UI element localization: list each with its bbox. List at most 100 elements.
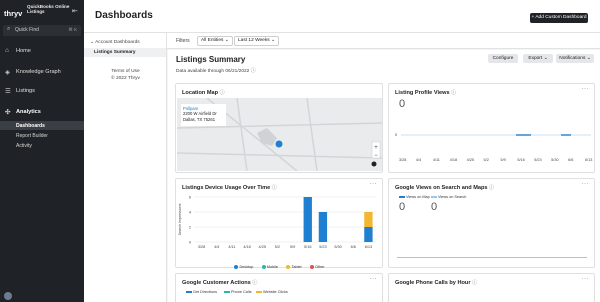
legend-swatch (431, 196, 437, 198)
legend-views-on-search[interactable]: Views on Search (431, 195, 466, 199)
info-icon[interactable]: ⓘ (489, 185, 494, 191)
zoom-out-icon[interactable]: − (374, 153, 378, 159)
legend-tablet[interactable]: Tablet (286, 265, 302, 269)
sidebar-item-label: Analytics (16, 109, 41, 115)
sidebar-subitem-label: Activity (16, 143, 32, 149)
export-button[interactable]: Export ⌄ (523, 54, 553, 63)
terms-of-use-link[interactable]: Terms of Use (84, 69, 167, 74)
bar-desktop (303, 197, 312, 242)
x-tick-label: 4/11 (228, 245, 235, 249)
card-title: Location Map ⓘ (182, 89, 225, 96)
x-axis-tick-label: 4/18 (449, 158, 458, 162)
x-tick-label: 5/9 (290, 245, 295, 249)
legend-label: Get Directions (193, 290, 218, 294)
dashboard-nav: ⌄ Account Dashboards Listings Summary Te… (84, 33, 167, 302)
x-axis-tick-label: 4/25 (466, 158, 475, 162)
sidebar-item-analytics[interactable]: ✣ Analytics (0, 103, 84, 121)
quick-find-shortcut: ⌘ K (68, 27, 77, 32)
sidebar-item-listings[interactable]: ☰ Listings (0, 82, 84, 100)
y-tick-label: 2 (189, 225, 191, 229)
y-tick-label: 0 (189, 240, 191, 244)
sidebar-subitem-activity[interactable]: Activity (0, 141, 84, 150)
sidebar-subitem-dashboards[interactable]: Dashboards (0, 121, 84, 130)
y-tick-label: 4 (189, 210, 191, 214)
sidebar-item-home[interactable]: ⌂ Home (0, 42, 84, 60)
filters-label: Filters (176, 38, 190, 44)
page-header: Dashboards + Add Custom Dashboard (84, 0, 600, 33)
device-usage-title: Listings Device Usage Over Time (182, 185, 271, 191)
configure-button[interactable]: Configure (488, 54, 518, 63)
period-filter-value: Last 12 Weeks (238, 38, 270, 43)
sidebar-subitem-report-builder[interactable]: Report Builder (0, 131, 84, 140)
app-name: QuickBooks Online Listings (27, 4, 70, 15)
info-icon[interactable]: ⓘ (272, 185, 277, 191)
thryv-logo: thryv (4, 9, 23, 18)
profile-views-title: Listing Profile Views (395, 90, 450, 96)
x-tick-label: 6/13 (365, 245, 372, 249)
sidebar-item-knowledge-graph[interactable]: ◈ Knowledge Graph (0, 63, 84, 81)
sidebar: thryv QuickBooks Online Listings ⇤ ⌕ Qui… (0, 0, 84, 302)
sidebar-subitem-label: Dashboards (16, 123, 45, 129)
period-filter-dropdown[interactable]: Last 12 Weeks ⌄ (234, 36, 280, 46)
info-icon[interactable] (371, 161, 377, 167)
sidebar-item-label: Knowledge Graph (16, 69, 61, 75)
views-on-search-value: 0 (431, 201, 438, 213)
legend-get-directions[interactable]: Get Directions (186, 290, 217, 294)
chart-baseline (397, 257, 587, 258)
chevron-down-icon: ⌄ (543, 56, 548, 61)
legend-desktop[interactable]: Desktop (234, 265, 253, 269)
x-tick-label: 3/28 (198, 245, 205, 249)
more-menu-icon[interactable]: ··· (582, 181, 590, 187)
legend-label: Views on Map (406, 195, 430, 199)
legend-phone-calls[interactable]: Phone Calls (224, 290, 251, 294)
listings-icon: ☰ (5, 88, 11, 95)
legend-swatch (310, 265, 315, 269)
x-tick-label: 4/25 (259, 245, 266, 249)
bar-desktop (364, 227, 373, 242)
location-pin[interactable] (275, 140, 283, 148)
x-axis-tick-label: 5/23 (534, 158, 542, 162)
quick-find-input[interactable]: ⌕ Quick Find ⌘ K (3, 25, 81, 36)
entities-filter-dropdown[interactable]: All Entities ⌄ (197, 36, 233, 46)
notifications-button[interactable]: Notifications ⌄ (556, 54, 594, 63)
bar-tablet (364, 212, 373, 227)
info-icon[interactable]: ⓘ (451, 90, 456, 96)
account-dashboards-group[interactable]: ⌄ Account Dashboards (90, 40, 140, 45)
add-custom-dashboard-button[interactable]: + Add Custom Dashboard (530, 13, 588, 23)
account-dashboards-label: Account Dashboards (95, 40, 140, 45)
more-menu-icon[interactable]: ··· (582, 86, 590, 92)
collapse-sidebar-icon[interactable]: ⇤ (72, 7, 78, 15)
x-axis-tick-label: 5/30 (551, 158, 559, 162)
legend-swatch (286, 265, 291, 269)
avatar[interactable] (4, 292, 12, 300)
more-menu-icon[interactable]: ··· (370, 276, 378, 282)
legend-website-clicks[interactable]: Website Clicks (256, 290, 288, 294)
google-views-title: Google Views on Search and Maps (395, 185, 488, 191)
legend-mobile[interactable]: Mobile (261, 265, 278, 269)
more-menu-icon[interactable]: ··· (370, 181, 378, 187)
info-icon[interactable]: ⓘ (251, 68, 256, 74)
legend-views-on-map[interactable]: Views on Map (399, 195, 430, 199)
x-tick-label: 5/2 (275, 245, 280, 249)
device-usage-bar-chart: Search Impressions 0 2 4 6 3/28 4/4 4/11 4/18 4/2… (178, 195, 376, 249)
y-axis-zero-label: 0 (395, 133, 398, 137)
google-views-card: Google Views on Search and Maps ⓘ ··· Vi… (388, 178, 595, 268)
location-map-title: Location Map (182, 90, 219, 96)
legend-label: Website Clicks (263, 290, 288, 294)
listings-summary-nav-item[interactable]: Listings Summary (84, 48, 166, 57)
analytics-icon: ✣ (5, 109, 11, 116)
legend-swatch (399, 196, 405, 198)
legend-other[interactable]: Other (310, 265, 325, 269)
phone-calls-card: Google Phone Calls by Hour ⓘ ··· (388, 273, 595, 302)
location-map-card: Location Map ⓘ + − Pollpare 2200 W Airfi… (175, 83, 383, 173)
info-icon[interactable]: ⓘ (472, 280, 477, 286)
info-icon[interactable]: ⓘ (252, 280, 257, 286)
x-axis-tick-label: 4/11 (432, 158, 440, 162)
info-icon[interactable]: ⓘ (220, 90, 225, 96)
home-icon: ⌂ (5, 47, 9, 54)
card-title: Google Phone Calls by Hour ⓘ (395, 279, 477, 286)
views-on-map-value: 0 (399, 201, 406, 213)
zoom-in-icon[interactable]: + (374, 145, 378, 151)
summary-subtitle: Data available through 06/21/2022 ⓘ (176, 67, 256, 74)
more-menu-icon[interactable]: ··· (582, 276, 590, 282)
